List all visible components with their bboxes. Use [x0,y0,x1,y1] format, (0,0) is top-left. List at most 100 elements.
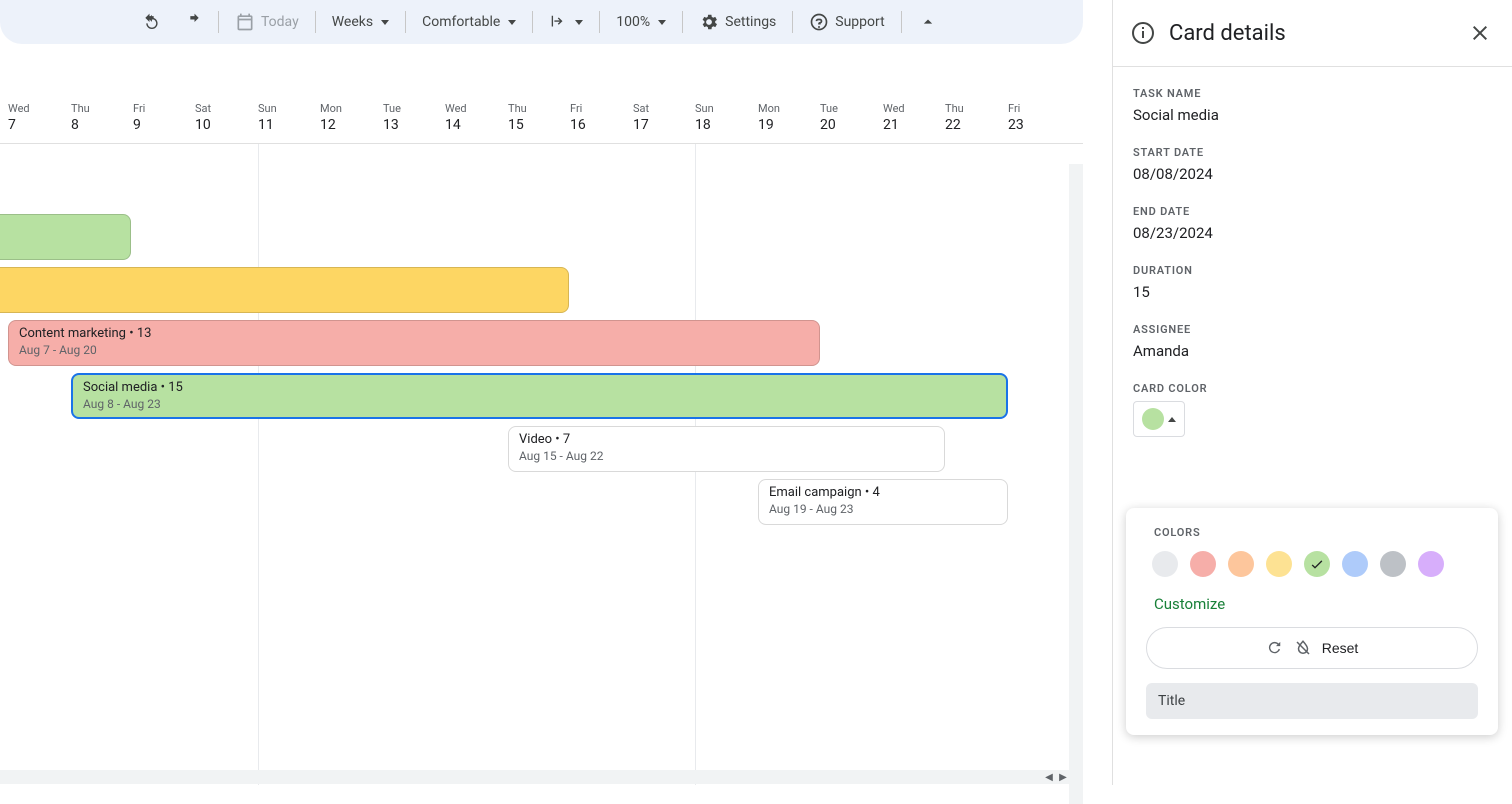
zoom-dropdown[interactable]: 100% [606,6,676,38]
task-bar[interactable] [0,267,569,313]
date-column: Thu 15 [508,102,527,133]
task-dates: Aug 8 - Aug 23 [83,397,996,411]
day-number: 10 [195,117,211,133]
task-name-value[interactable]: Social media [1133,106,1492,124]
zoom-label: 100% [616,14,650,30]
undo-button[interactable] [132,6,172,38]
day-of-week: Thu [508,102,527,115]
day-number: 12 [320,117,342,133]
divider [792,11,793,33]
panel-title: Card details [1169,21,1454,46]
customize-link[interactable]: Customize [1154,595,1225,613]
day-of-week: Fri [1008,102,1024,115]
scroll-left-icon[interactable]: ◀ [1042,770,1056,784]
task-bar[interactable]: Content marketing • 13Aug 7 - Aug 20 [8,320,820,366]
timeline: Wed7Thu8Fri9Sat10Sun11Mon12Tue13Wed14Thu… [0,44,1083,785]
day-of-week: Wed [445,102,467,115]
divider [532,11,533,33]
duration-value[interactable]: 15 [1133,283,1492,301]
reset-button[interactable]: Reset [1146,627,1478,669]
help-icon [809,12,829,32]
day-of-week: Sat [633,102,649,115]
chevron-up-icon [918,12,938,32]
end-date-value[interactable]: 08/23/2024 [1133,224,1492,242]
date-column: Sun11 [258,102,277,133]
color-swatch[interactable] [1228,551,1254,577]
day-of-week: Fri [570,102,586,115]
fit-button[interactable] [539,6,593,38]
chevron-down-icon [575,20,583,25]
color-swatches [1146,551,1478,577]
calendar-icon [235,12,255,32]
task-title: Video • 7 [519,432,934,447]
task-bar[interactable]: Social media • 15 Aug 8 - Aug 23 [71,373,1008,419]
day-number: 19 [758,117,780,133]
redo-button[interactable] [172,6,212,38]
title-style-row[interactable]: Title [1146,683,1478,719]
task-dates: Aug 15 - Aug 22 [519,449,934,463]
info-icon [1131,21,1155,45]
week-divider [258,144,259,785]
view-dropdown[interactable]: Weeks [322,6,399,38]
color-swatch[interactable] [1342,551,1368,577]
color-swatch[interactable] [1266,551,1292,577]
density-dropdown[interactable]: Comfortable [412,6,526,38]
date-column: Thu8 [71,102,90,133]
color-swatch[interactable] [1304,551,1330,577]
date-column: Tue20 [820,102,838,133]
undo-icon [142,12,162,32]
day-number: 20 [820,117,838,133]
scrollbar-vertical[interactable] [1069,164,1083,804]
fit-width-icon [549,13,567,31]
history-group [132,6,212,38]
gantt-area[interactable]: Content marketing • 13Aug 7 - Aug 20 Soci… [0,144,1083,785]
date-column: Wed21 [883,102,905,133]
settings-label: Settings [725,14,776,30]
date-column: Wed14 [445,102,467,133]
scrollbar-horizontal[interactable]: ◀ ▶ [0,770,1070,784]
date-column: Thu22 [945,102,964,133]
divider [315,11,316,33]
date-header: Wed7Thu8Fri9Sat10Sun11Mon12Tue13Wed14Thu… [0,44,1083,144]
date-column: Mon19 [758,102,780,133]
day-number: 8 [71,117,90,133]
colors-label: COLORS [1154,526,1478,539]
no-color-icon [1294,639,1312,657]
color-swatch[interactable] [1190,551,1216,577]
day-number: 13 [383,117,401,133]
assignee-value[interactable]: Amanda [1133,342,1492,360]
color-swatch[interactable] [1152,551,1178,577]
gear-icon [699,12,719,32]
panel-body: TASK NAME Social media START DATE 08/08/… [1113,67,1512,437]
scroll-right-icon[interactable]: ▶ [1056,770,1070,784]
divider [405,11,406,33]
task-bar[interactable]: Video • 7 Aug 15 - Aug 22 [508,426,945,472]
settings-button[interactable]: Settings [689,6,786,38]
task-bar[interactable]: Email campaign • 4Aug 19 - Aug 23 [758,479,1008,525]
task-title: Social media • 15 [83,380,996,395]
color-swatch[interactable] [1418,551,1444,577]
day-number: 15 [508,117,527,133]
divider [901,11,902,33]
day-of-week: Wed [883,102,905,115]
color-swatch[interactable] [1380,551,1406,577]
task-name-label: TASK NAME [1133,87,1492,100]
collapse-toolbar-button[interactable] [908,6,948,38]
task-title: Content marketing • 13 [19,326,809,341]
day-of-week: Tue [383,102,401,115]
date-column: Mon12 [320,102,342,133]
panel-header: Card details [1113,0,1512,67]
support-button[interactable]: Support [799,6,894,38]
divider [599,11,600,33]
card-color-picker[interactable] [1133,401,1185,437]
day-number: 22 [945,117,964,133]
density-label: Comfortable [422,14,500,30]
day-number: 18 [695,117,714,133]
day-number: 23 [1008,117,1024,133]
check-icon [1309,556,1325,572]
close-icon[interactable] [1468,21,1492,45]
date-column: Sat17 [633,102,649,133]
today-button[interactable]: Today [225,6,309,38]
start-date-value[interactable]: 08/08/2024 [1133,165,1492,183]
task-bar[interactable] [0,214,131,260]
